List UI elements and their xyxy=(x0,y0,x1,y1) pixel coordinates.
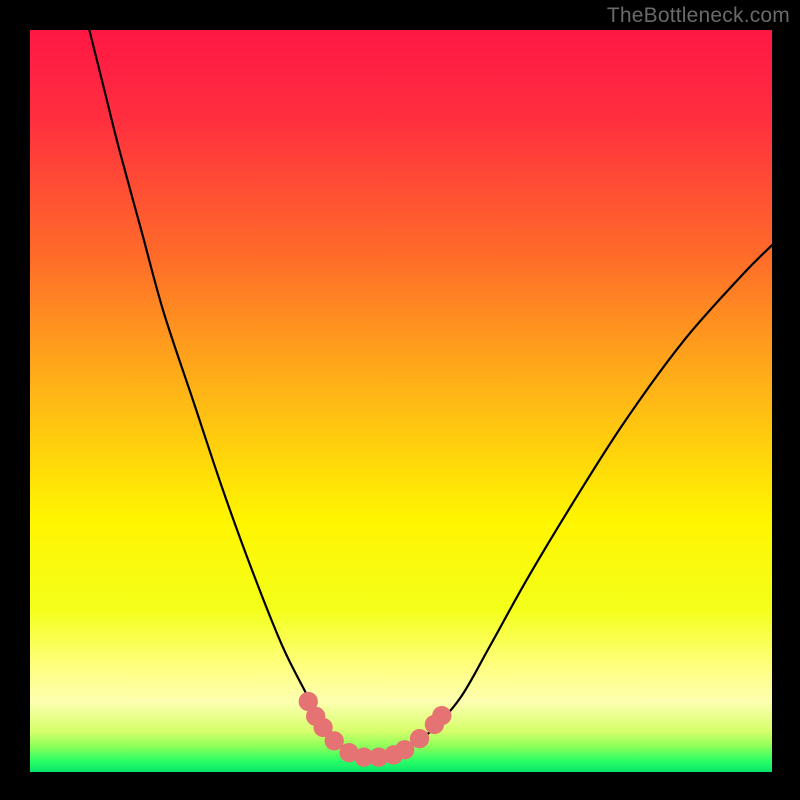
curve-marker xyxy=(410,729,429,748)
chart-container: TheBottleneck.com xyxy=(0,0,800,800)
chart-svg xyxy=(0,0,800,800)
watermark-text: TheBottleneck.com xyxy=(607,4,790,28)
curve-marker xyxy=(432,706,451,725)
plot-background xyxy=(30,30,772,772)
